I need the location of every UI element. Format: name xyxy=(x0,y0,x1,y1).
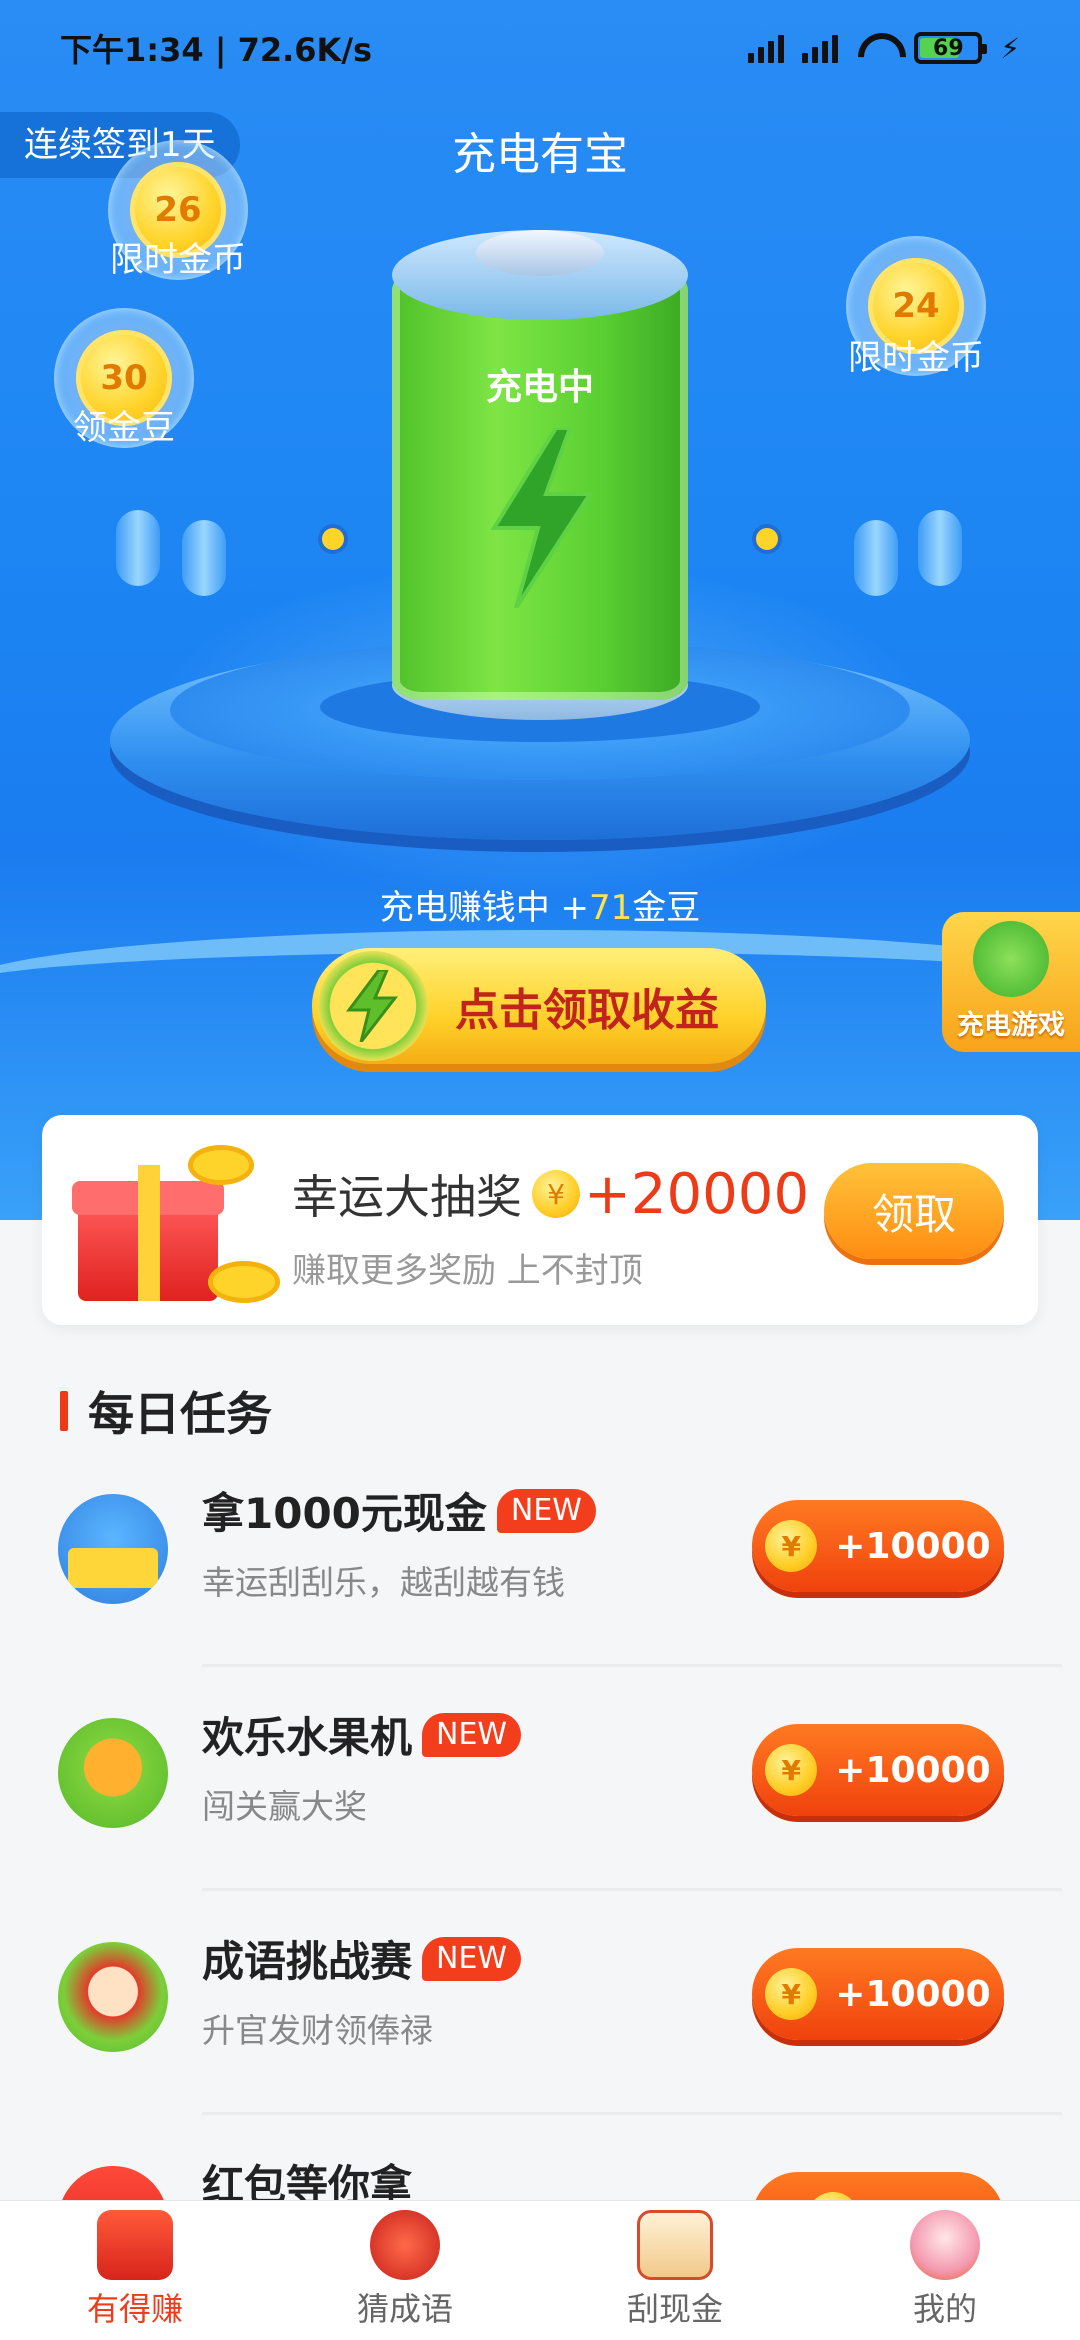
mouse-mascot-icon xyxy=(910,2210,980,2280)
yen-coin-icon: ¥ xyxy=(765,1968,818,2020)
task-reward-amount: +10000 xyxy=(835,1525,991,1567)
gift-box-icon xyxy=(72,1145,280,1305)
task-title-row: 欢乐水果机 NEW xyxy=(202,1704,522,1765)
battery-cap xyxy=(476,230,604,276)
lottery-claim-button[interactable]: 领取 xyxy=(824,1163,1004,1259)
collect-earnings-button[interactable]: 点击领取收益 xyxy=(312,948,766,1064)
lottery-title-row: 幸运大抽奖 ¥ +20000 xyxy=(292,1161,809,1227)
new-badge: NEW xyxy=(422,1936,522,1981)
task-reward-amount: +10000 xyxy=(835,1973,991,2015)
yen-coin-icon: ¥ xyxy=(765,1744,818,1796)
charging-game-entry[interactable]: 充电游戏 xyxy=(942,912,1080,1052)
yen-coin-icon: ¥ xyxy=(765,1520,818,1572)
tab-label: 刮现金 xyxy=(626,2290,723,2328)
idiom-challenge-icon xyxy=(58,1942,168,2052)
daily-tasks-title: 每日任务 xyxy=(88,1387,272,1441)
task-reward-amount: +10000 xyxy=(835,1749,991,1791)
task-reward-button[interactable]: ¥ +10000 xyxy=(752,1724,1004,1816)
task-title-row: 拿1000元现金 NEW xyxy=(202,1480,596,1541)
scroll-icon xyxy=(637,2210,713,2280)
task-row: 欢乐水果机 NEW 闯关赢大奖 ¥ +10000 xyxy=(0,1696,1080,1916)
divider xyxy=(202,1664,1062,1667)
task-row: 拿1000元现金 NEW 幸运刮刮乐，越刮越有钱 ¥ +10000 xyxy=(0,1472,1080,1692)
task-title: 拿1000元现金 xyxy=(202,1489,487,1538)
tab-mine[interactable]: 我的 xyxy=(810,2201,1080,2340)
pipe-right-2 xyxy=(918,510,962,586)
heading-accent-bar xyxy=(60,1391,68,1431)
earning-amount: 71 xyxy=(589,888,633,928)
status-icons: 69 ⚡ xyxy=(748,32,1020,65)
battery-level: 69 xyxy=(933,35,964,61)
task-subtitle: 升官发财领俸禄 xyxy=(202,2011,433,2050)
daily-tasks-heading: 每日任务 xyxy=(60,1378,272,1444)
status-bar: 下午1:34 | 72.6K/s 69 ⚡ xyxy=(0,0,1080,96)
wifi-icon xyxy=(856,33,896,63)
lottery-amount: +20000 xyxy=(584,1161,810,1227)
tab-label: 猜成语 xyxy=(356,2290,453,2328)
lottery-subtitle: 赚取更多奖励 上不封顶 xyxy=(292,1251,643,1291)
charging-status: 充电中 xyxy=(485,367,594,408)
new-badge: NEW xyxy=(422,1712,522,1757)
charging-game-label: 充电游戏 xyxy=(957,1010,1065,1041)
lottery-card: 幸运大抽奖 ¥ +20000 赚取更多奖励 上不封顶 领取 xyxy=(42,1115,1038,1325)
task-subtitle: 幸运刮刮乐，越刮越有钱 xyxy=(202,1563,565,1602)
divider xyxy=(202,1888,1062,1891)
task-reward-button[interactable]: ¥ +10000 xyxy=(752,1500,1004,1592)
earning-prefix: 充电赚钱中 + xyxy=(379,888,590,928)
charging-icon: ⚡ xyxy=(1000,31,1020,65)
signal-icon xyxy=(748,33,785,63)
signal-hd-icon xyxy=(802,33,839,63)
tab-label: 我的 xyxy=(912,2290,977,2328)
lottery-title: 幸运大抽奖 xyxy=(292,1170,522,1224)
fruit-machine-icon xyxy=(58,1718,168,1828)
red-envelope-icon xyxy=(97,2210,173,2280)
task-subtitle: 闯关赢大奖 xyxy=(202,1787,367,1826)
pedestal-light xyxy=(322,528,344,550)
tab-earn[interactable]: 有得赚 xyxy=(0,2201,270,2340)
new-badge: NEW xyxy=(496,1488,596,1533)
scratch-card-icon xyxy=(58,1494,168,1604)
status-time-speed: 下午1:34 | 72.6K/s xyxy=(60,31,373,69)
pipe-left-1 xyxy=(116,510,160,586)
earning-unit: 金豆 xyxy=(632,888,701,928)
pipe-left-2 xyxy=(182,520,226,596)
pipe-right-1 xyxy=(854,520,898,596)
divider xyxy=(202,2112,1062,2115)
coin-bubble-label: 限时金币 xyxy=(110,240,246,280)
tab-label: 有得赚 xyxy=(86,2290,183,2328)
task-title: 成语挑战赛 xyxy=(202,1937,413,1986)
tab-scratch-cash[interactable]: 刮现金 xyxy=(540,2201,810,2340)
battery-icon: 69 xyxy=(914,32,988,64)
coin-bubble-label: 领金豆 xyxy=(73,408,175,448)
lantern-icon xyxy=(370,2210,440,2280)
pedestal-light xyxy=(756,528,778,550)
task-reward-button[interactable]: ¥ +10000 xyxy=(752,1948,1004,2040)
charge-bolt-icon xyxy=(318,951,428,1061)
bottom-tab-bar: 有得赚 猜成语 刮现金 我的 xyxy=(0,2200,1080,2340)
task-title-row: 成语挑战赛 NEW xyxy=(202,1928,522,1989)
collect-earnings-label: 点击领取收益 xyxy=(455,985,719,1036)
coin-bubble-label: 限时金币 xyxy=(848,338,984,378)
hero-section: 下午1:34 | 72.6K/s 69 ⚡ 连续签到1天 充电有宝 26 限时金… xyxy=(0,0,1080,1220)
task-title: 欢乐水果机 xyxy=(202,1713,413,1762)
tab-guess-idiom[interactable]: 猜成语 xyxy=(270,2201,540,2340)
battery-game-icon xyxy=(973,921,1049,997)
yen-coin-icon: ¥ xyxy=(532,1170,580,1218)
task-row: 成语挑战赛 NEW 升官发财领俸禄 ¥ +10000 xyxy=(0,1920,1080,2140)
earning-text: 充电赚钱中 +71金豆 xyxy=(0,880,1080,929)
lightning-icon xyxy=(490,428,594,608)
